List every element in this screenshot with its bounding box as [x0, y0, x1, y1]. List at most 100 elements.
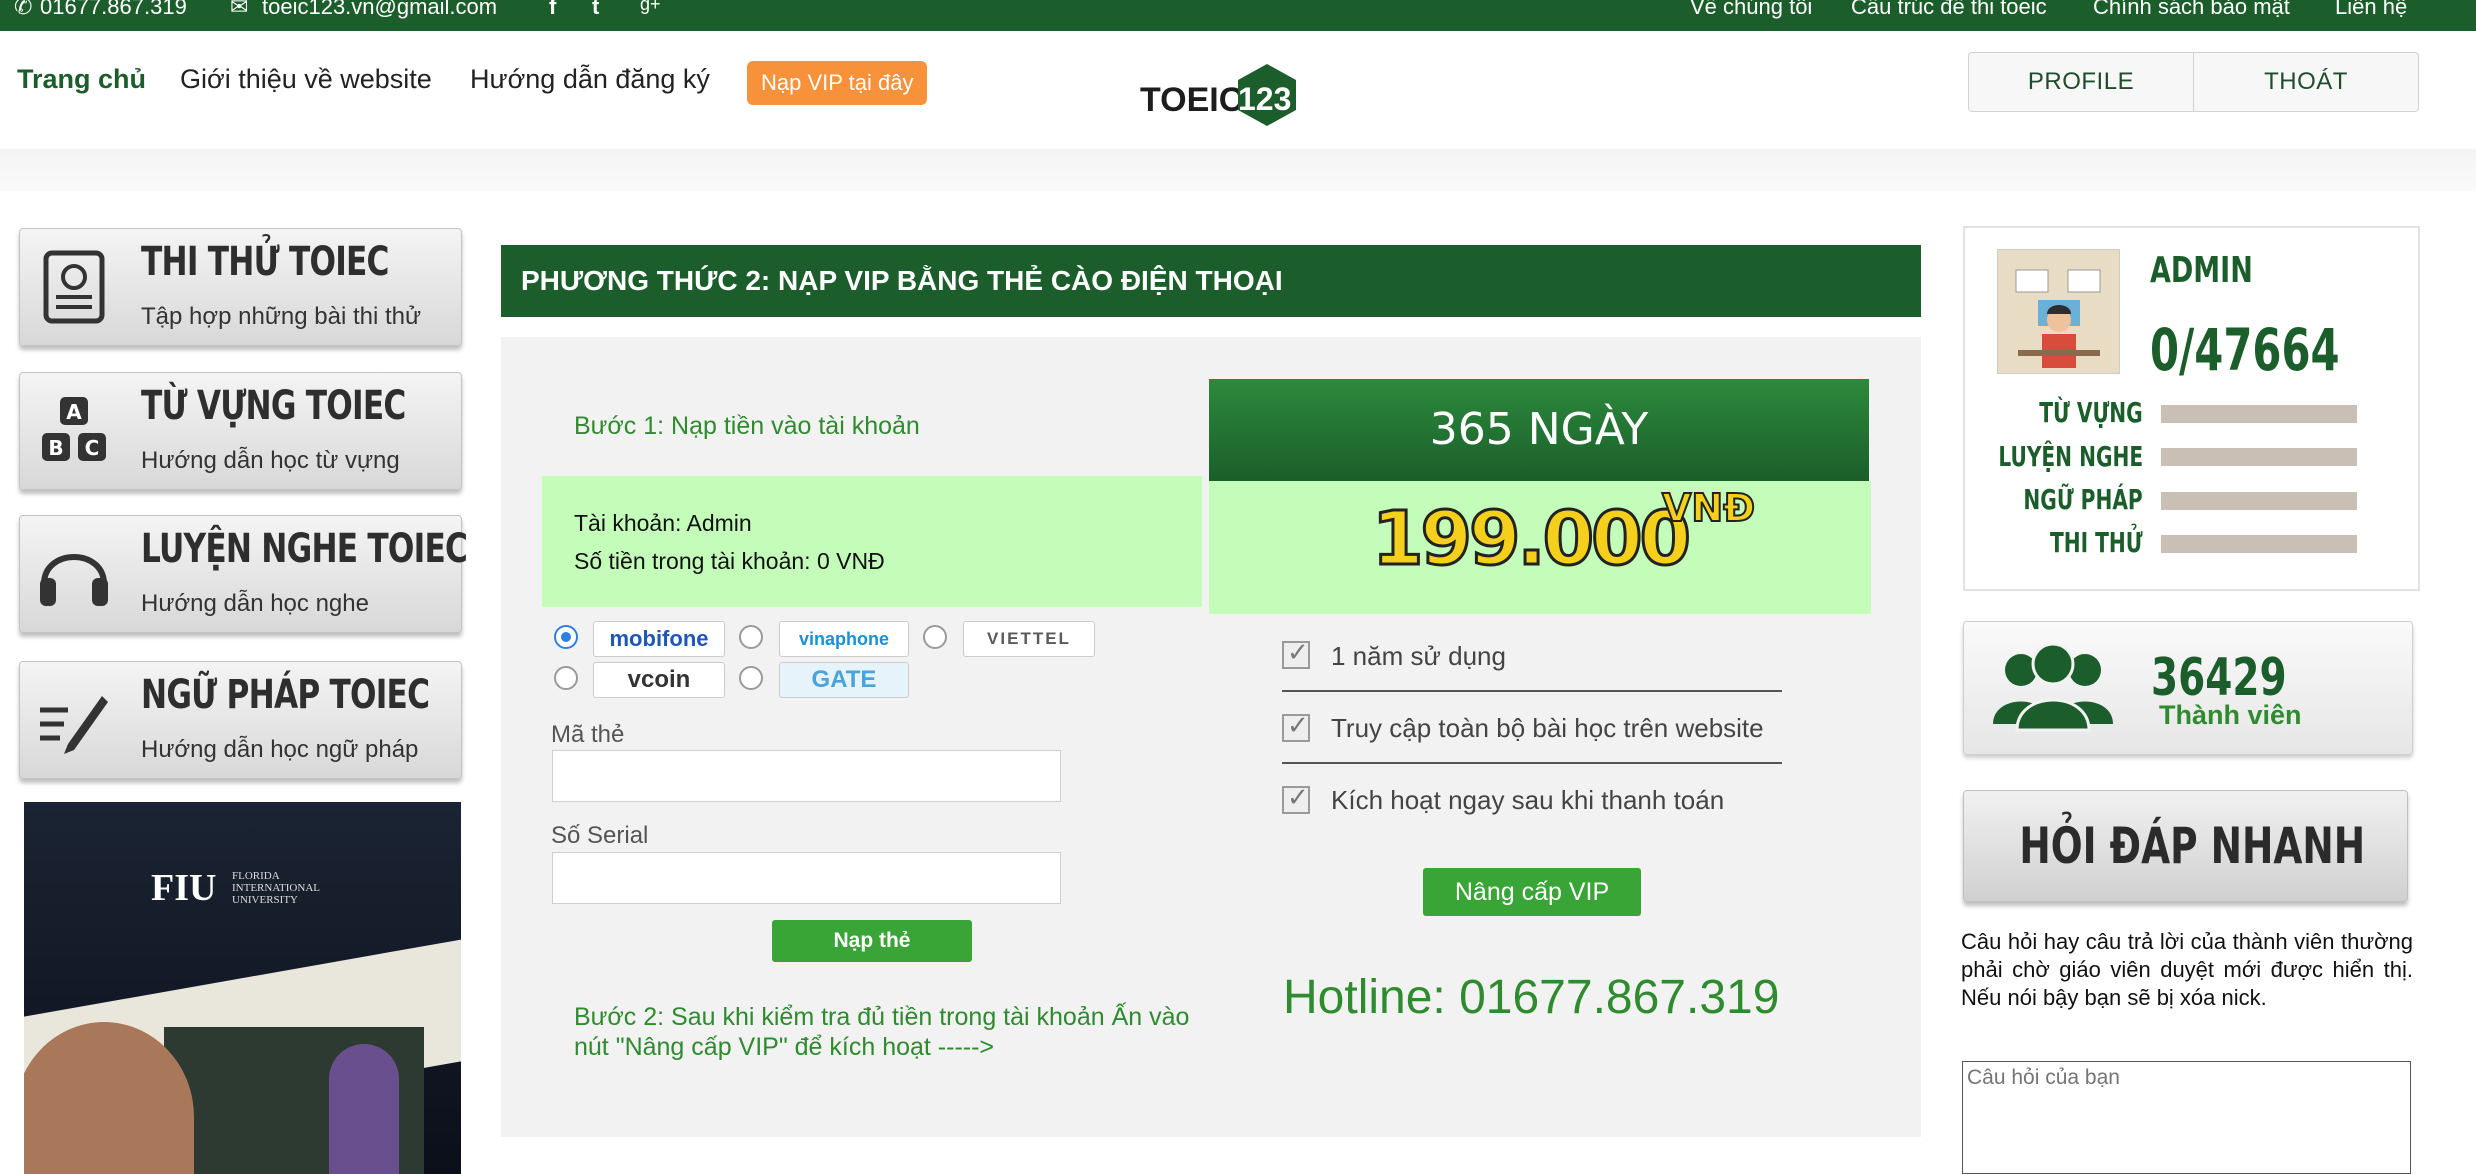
stat-label-grammar: NGỮ PHÁP [2023, 483, 2143, 516]
radio-vinaphone[interactable] [739, 625, 763, 649]
stat-label-exam: THI THỬ [2050, 526, 2143, 559]
logout-button-label: THOÁT [2264, 68, 2348, 95]
topbar-phone[interactable]: 01677.867.319 [40, 0, 187, 20]
profile-score: 0/47664 [2150, 316, 2340, 384]
ad-teacher-photo [329, 1044, 399, 1174]
quick-faq-label: HỎI ĐÁP NHANH [2019, 817, 2366, 875]
profile-button[interactable]: PROFILE [1968, 52, 2194, 112]
member-label: Thành viên [2159, 700, 2302, 730]
checkmark-icon: ✓ [1287, 782, 1309, 812]
sidebar-item-vocabulary[interactable]: A B C TỪ VỰNG TOIEC Hướng dẫn học từ vựn… [19, 372, 462, 490]
users-group-icon [1993, 642, 2113, 732]
top-bar: ✆ 01677.867.319 ✉ toeic123.vn@gmail.com … [0, 0, 2476, 31]
member-count-card: 36429 Thành viên [1963, 621, 2413, 755]
topup-submit-label: Nạp thẻ [833, 929, 911, 952]
carrier-name: vinaphone [798, 628, 889, 649]
viettel-logo[interactable]: VIETTEL [963, 621, 1095, 657]
payment-method-header: PHƯƠNG THỨC 2: NẠP VIP BẰNG THẺ CÀO ĐIỆN… [501, 245, 1921, 317]
profile-name: ADMIN [2150, 250, 2253, 291]
logo-number: 123 [1238, 81, 1292, 117]
stat-label-listening: LUYỆN NGHE [1998, 440, 2143, 473]
topbar-link-privacy[interactable]: Chính sách bảo mật [2093, 0, 2290, 20]
plan-price-box: 199.000 VNĐ [1209, 481, 1871, 614]
google-plus-icon[interactable]: g+ [640, 0, 661, 15]
avatar-illustration-icon [2015, 269, 2101, 368]
svg-text:A: A [66, 400, 82, 424]
topbar-email[interactable]: toeic123.vn@gmail.com [262, 0, 497, 20]
ad-university-line: INTERNATIONAL [232, 882, 320, 894]
feature-check-icon: ✓ [1282, 710, 1310, 742]
fiu-ad-banner[interactable]: FIU FLORIDA INTERNATIONAL UNIVERSITY [24, 802, 461, 1174]
faq-note: Câu hỏi hay câu trả lời của thành viên t… [1961, 929, 2413, 1010]
serial-label: Số Serial [551, 822, 649, 849]
vinaphone-logo[interactable]: vinaphone [779, 621, 909, 657]
step1-text: Bước 1: Nạp tiền vào tài khoản [574, 412, 920, 440]
radio-vcoin[interactable] [554, 666, 578, 690]
phone-icon: ✆ [14, 0, 33, 19]
payment-method-title: PHƯƠNG THỨC 2: NẠP VIP BẰNG THẺ CÀO ĐIỆN… [521, 265, 1283, 296]
checkmark-icon: ✓ [1287, 710, 1309, 740]
plan-feature: Kích hoạt ngay sau khi thanh toán [1331, 785, 1725, 815]
topbar-link-about[interactable]: Về chúng tôi [1690, 0, 1812, 20]
account-name: Tài khoản: Admin [574, 510, 752, 536]
pencil-icon [40, 696, 108, 754]
feature-divider [1282, 690, 1782, 692]
stat-bar-grammar [2161, 492, 2357, 510]
headphones-icon [40, 554, 108, 606]
plan-price: 199.000 [1370, 495, 1692, 584]
radio-dot [561, 632, 571, 642]
mobifone-logo[interactable]: mobifone [593, 621, 725, 657]
sidebar-item-listening[interactable]: LUYỆN NGHE TOIEC Hướng dẫn học nghe [19, 515, 468, 633]
stat-bar-exam [2161, 535, 2357, 553]
account-info-box: Tài khoản: Admin Số tiền trong tài khoản… [542, 476, 1202, 607]
facebook-icon[interactable]: f [549, 0, 556, 20]
stat-label-vocabulary: TỪ VỰNG [2039, 396, 2143, 429]
nav-about[interactable]: Giới thiệu về website [180, 64, 432, 95]
radio-viettel[interactable] [923, 625, 947, 649]
sidebar-item-subtitle: Hướng dẫn học từ vựng [141, 447, 400, 474]
ad-brand: FIU [151, 867, 217, 909]
vcoin-logo[interactable]: vcoin [593, 662, 725, 698]
card-code-input[interactable] [552, 750, 1061, 802]
twitter-icon[interactable]: t [592, 0, 599, 20]
ad-university-line: FLORIDA [232, 870, 280, 882]
sidebar-item-subtitle: Hướng dẫn học ngữ pháp [141, 736, 419, 763]
avatar[interactable] [1997, 249, 2120, 374]
sidebar-item-title: NGỮ PHÁP TOIEC [141, 672, 430, 718]
gate-logo[interactable]: GATE [779, 662, 909, 698]
topbar-link-contact[interactable]: Liên hệ [2335, 0, 2407, 20]
member-count: 36429 [2151, 648, 2287, 708]
sidebar-item-title: LUYỆN NGHE TOIEC [141, 526, 468, 572]
sidebar-item-subtitle: Tập hợp những bài thi thử [141, 303, 422, 330]
sidebar-item-subtitle: Hướng dẫn học nghe [141, 590, 369, 617]
upgrade-vip-button[interactable]: Nâng cấp VIP [1423, 868, 1641, 916]
carrier-name: VIETTEL [987, 629, 1071, 648]
feature-divider [1282, 762, 1782, 764]
sidebar-item-exam[interactable]: THI THỬ TOIEC Tập hợp những bài thi thử [19, 228, 462, 346]
logout-button[interactable]: THOÁT [2193, 52, 2419, 112]
radio-mobifone[interactable] [554, 625, 578, 649]
abc-icon: A B C [42, 397, 106, 461]
nav-guide[interactable]: Hướng dẫn đăng ký [470, 64, 710, 95]
upgrade-vip-label: Nâng cấp VIP [1454, 877, 1610, 906]
serial-input[interactable] [552, 852, 1061, 904]
feature-check-icon: ✓ [1282, 782, 1310, 814]
quick-faq-button[interactable]: HỎI ĐÁP NHANH [1963, 790, 2408, 902]
site-logo[interactable]: TOEIC 123 [1140, 62, 1300, 132]
nav-vip-button[interactable]: Nạp VIP tại đây [747, 61, 928, 105]
logo-text: TOEIC [1140, 81, 1244, 119]
nav-home[interactable]: Trang chủ [17, 64, 146, 95]
step2-text: Bước 2: Sau khi kiểm tra đủ tiền trong t… [574, 1003, 1190, 1061]
plan-currency: VNĐ [1661, 485, 1756, 531]
nav-shadow-band [0, 149, 2476, 191]
carrier-name: GATE [811, 666, 877, 693]
svg-text:B: B [48, 436, 63, 460]
ad-university: FLORIDA INTERNATIONAL UNIVERSITY [232, 870, 320, 906]
sidebar-item-title: TỪ VỰNG TOIEC [141, 383, 406, 429]
faq-question-input[interactable] [1962, 1061, 2411, 1174]
topup-submit-button[interactable]: Nạp thẻ [772, 920, 972, 962]
topbar-link-structure[interactable]: Cấu trúc đề thi toeic [1851, 0, 2047, 20]
carrier-name: mobifone [609, 626, 709, 651]
radio-gate[interactable] [739, 666, 763, 690]
sidebar-item-grammar[interactable]: NGỮ PHÁP TOIEC Hướng dẫn học ngữ pháp [19, 661, 462, 779]
